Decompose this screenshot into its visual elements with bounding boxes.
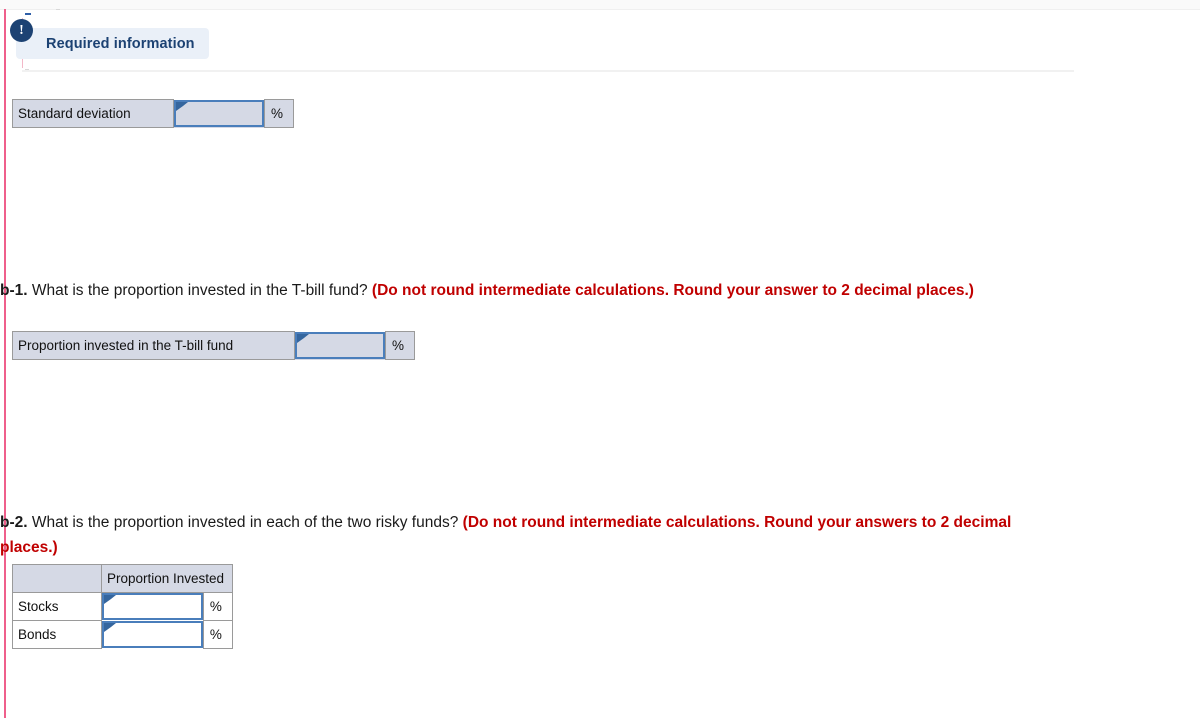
table-row: Stocks % (12, 592, 234, 621)
table-row: Proportion invested in the T-bill fund % (12, 331, 415, 360)
stocks-row-label: Stocks (12, 592, 102, 621)
table-row: Bonds % (12, 620, 234, 649)
stocks-unit: % (202, 592, 234, 621)
question-b1-note: (Do not round intermediate calculations.… (371, 281, 974, 299)
tbill-proportion-input[interactable] (295, 332, 385, 359)
tbill-proportion-input-cell (294, 331, 386, 360)
registration-tick-top (56, 9, 60, 10)
question-b2-text: What is the proportion invested in each … (27, 513, 463, 531)
bonds-row-label: Bonds (12, 620, 102, 649)
question-b2-number: b-2. (0, 513, 28, 531)
question-b1-number: b-1. (0, 281, 28, 299)
top-strip (0, 0, 1200, 10)
risky-funds-column-header: Proportion Invested (100, 564, 234, 593)
risky-funds-corner-header (12, 564, 102, 593)
standard-deviation-input-cell (173, 99, 265, 128)
question-b2: b-2. What is the proportion invested in … (0, 510, 1055, 560)
tbill-proportion-table: Proportion invested in the T-bill fund % (12, 331, 415, 360)
bonds-unit: % (202, 620, 234, 649)
tbill-proportion-label: Proportion invested in the T-bill fund (12, 331, 295, 360)
required-information-banner: Required information (16, 28, 209, 59)
table-header-row: Proportion Invested (12, 564, 234, 593)
exclamation-icon: ! (10, 19, 33, 42)
required-information-label: Required information (46, 35, 195, 52)
left-margin-rule (4, 9, 6, 718)
standard-deviation-table: Standard deviation % (12, 99, 294, 128)
stocks-input-cell (101, 592, 204, 621)
risky-funds-proportion-table: Proportion Invested Stocks % Bonds % (12, 564, 234, 649)
tbill-proportion-unit: % (385, 331, 415, 360)
stocks-proportion-input[interactable] (102, 593, 203, 621)
section-divider (22, 70, 1074, 72)
bonds-proportion-input[interactable] (102, 621, 203, 648)
registration-tick-blue (25, 13, 31, 15)
bonds-input-cell (101, 620, 204, 649)
standard-deviation-label: Standard deviation (12, 99, 174, 128)
question-b1-text: What is the proportion invested in the T… (27, 281, 372, 299)
standard-deviation-unit: % (264, 99, 294, 128)
question-b1: b-1. What is the proportion invested in … (0, 278, 1055, 303)
standard-deviation-input[interactable] (174, 100, 264, 127)
table-row: Standard deviation % (12, 99, 294, 128)
